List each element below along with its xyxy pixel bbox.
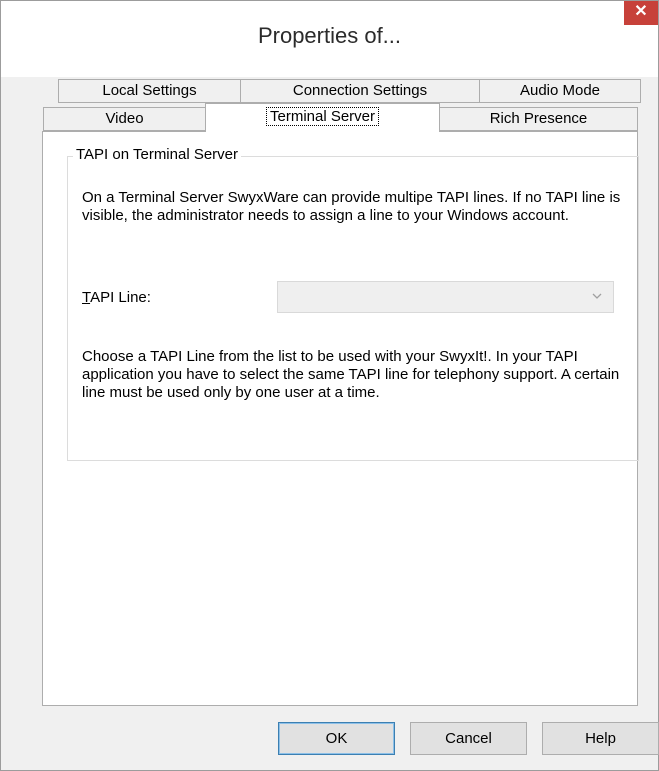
title-bar: Properties of... ✕ (1, 1, 658, 77)
group-title: TAPI on Terminal Server (73, 146, 242, 163)
properties-dialog: Properties of... ✕ Local Settings Connec… (0, 0, 659, 771)
tab-label: Local Settings (102, 82, 197, 99)
tab-label: Audio Mode (519, 82, 601, 99)
intro-text: On a Terminal Server SwyxWare can provid… (82, 189, 621, 224)
cancel-button[interactable]: Cancel (410, 722, 527, 755)
mnemonic: T (82, 289, 91, 306)
help-text: Choose a TAPI Line from the list to be u… (82, 348, 620, 401)
tapi-line-label: TAPI Line: (82, 289, 151, 306)
tab-label: Video (105, 110, 144, 127)
ok-button[interactable]: OK (278, 722, 395, 755)
tapi-line-select[interactable] (277, 281, 614, 313)
tab-rich-presence[interactable]: Rich Presence (439, 107, 638, 131)
chevron-down-icon (592, 293, 602, 299)
window-title: Properties of... (257, 23, 402, 48)
close-icon: ✕ (634, 3, 648, 20)
tab-connection-settings[interactable]: Connection Settings (240, 79, 480, 103)
tab-label: Terminal Server (265, 107, 380, 126)
tab-video[interactable]: Video (43, 107, 206, 131)
tab-label: Rich Presence (489, 110, 588, 127)
tab-local-settings[interactable]: Local Settings (58, 79, 241, 103)
close-button[interactable]: ✕ (624, 1, 658, 25)
tapi-line-label-text: API Line: (90, 289, 151, 306)
tab-terminal-server[interactable]: Terminal Server (205, 103, 440, 132)
tab-audio-mode[interactable]: Audio Mode (479, 79, 641, 103)
help-button[interactable]: Help (542, 722, 659, 755)
tab-label: Connection Settings (292, 82, 428, 99)
